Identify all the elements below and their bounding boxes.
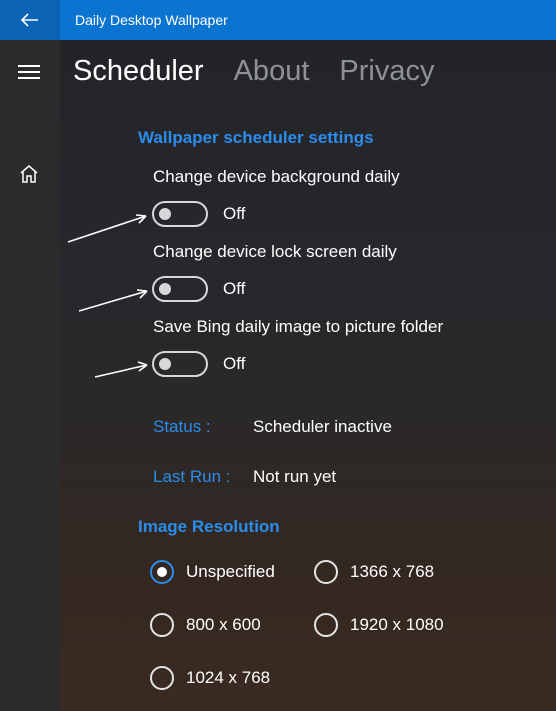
tab-about[interactable]: About [234, 55, 310, 88]
resolution-option-label: 1920 x 1080 [350, 615, 444, 634]
resolution-option-800x600[interactable]: 800 x 600 [150, 613, 261, 637]
background-daily-label: Change device background daily [153, 167, 400, 186]
status-value: Scheduler inactive [253, 417, 392, 436]
radio-circle [150, 613, 174, 637]
last-run-value: Not run yet [253, 467, 337, 486]
radio-circle [150, 560, 174, 584]
save-bing-image-state: Off [223, 354, 246, 373]
lockscreen-daily-state: Off [223, 279, 246, 298]
radio-circle [150, 666, 174, 690]
toggle-knob [159, 208, 171, 220]
resolution-option-1366x768[interactable]: 1366 x 768 [314, 560, 434, 584]
toggle-knob [159, 283, 171, 295]
radio-circle [314, 560, 338, 584]
resolution-option-label: 1024 x 768 [186, 668, 271, 687]
side-nav [0, 40, 60, 711]
tab-bar: Scheduler About Privacy [73, 55, 434, 88]
background-daily-state: Off [223, 204, 246, 223]
last-run-label: Last Run : [153, 467, 231, 486]
tab-scheduler[interactable]: Scheduler [73, 55, 204, 88]
scheduler-section-title: Wallpaper scheduler settings [138, 128, 374, 147]
resolution-option-1024x768[interactable]: 1024 x 768 [150, 666, 270, 690]
background-daily-toggle[interactable] [152, 201, 208, 227]
toggle-knob [159, 358, 171, 370]
title-bar: Daily Desktop Wallpaper [0, 0, 556, 40]
tab-privacy[interactable]: Privacy [339, 55, 434, 88]
save-bing-image-toggle[interactable] [152, 351, 208, 377]
back-button[interactable] [0, 0, 60, 40]
main-content: Scheduler About Privacy Wallpaper schedu… [60, 40, 556, 711]
resolution-option-1920x1080[interactable]: 1920 x 1080 [314, 613, 444, 637]
app-title: Daily Desktop Wallpaper [75, 12, 228, 28]
resolution-section-title: Image Resolution [138, 517, 280, 536]
hamburger-icon[interactable] [18, 64, 40, 80]
annotation-arrow-icon [94, 361, 148, 378]
status-label: Status : [153, 417, 211, 436]
resolution-option-label: 800 x 600 [186, 615, 261, 634]
annotation-arrow-icon [67, 214, 147, 243]
background-daily-toggle-row: Off [152, 201, 245, 227]
back-arrow-icon [21, 13, 38, 27]
lockscreen-daily-toggle[interactable] [152, 276, 208, 302]
resolution-option-label: 1366 x 768 [350, 562, 435, 581]
radio-circle [314, 613, 338, 637]
lockscreen-daily-label: Change device lock screen daily [153, 242, 397, 261]
save-bing-image-toggle-row: Off [152, 351, 245, 377]
lockscreen-daily-toggle-row: Off [152, 276, 245, 302]
annotation-arrow-icon [78, 289, 148, 312]
home-icon[interactable] [19, 164, 39, 184]
save-bing-image-label: Save Bing daily image to picture folder [153, 317, 444, 336]
resolution-option-label: Unspecified [186, 562, 275, 581]
resolution-option-unspecified[interactable]: Unspecified [150, 560, 275, 584]
